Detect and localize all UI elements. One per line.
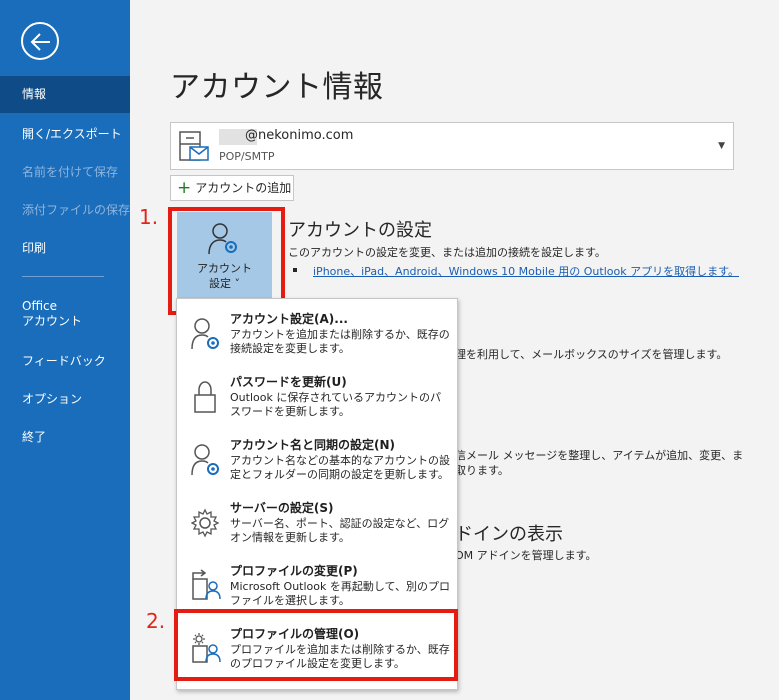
sidebar-item-office-account[interactable]: Office アカウント [0, 299, 130, 329]
sidebar: 情報 開く/エクスポート 名前を付けて保存 添付ファイルの保存 印刷 Offic… [0, 0, 130, 700]
menu-item-desc: サーバー名、ポート、認証の設定など、ログオン情報を更新します。 [230, 517, 450, 544]
account-gear-icon [191, 318, 219, 350]
menu-item-title: プロファイルの変更(P) [230, 564, 358, 578]
sidebar-item-print[interactable]: 印刷 [0, 239, 130, 256]
page-title: アカウント情報 [170, 70, 384, 105]
account-sync-icon [191, 444, 219, 476]
menu-item-desc: アカウントを追加または削除するか、既存の接続設定を変更します。 [230, 328, 450, 355]
account-selector[interactable]: @nekonimo.com POP/SMTP ▼ [170, 122, 734, 170]
plus-icon: + [177, 178, 192, 198]
sidebar-item-save-as[interactable]: 名前を付けて保存 [0, 163, 130, 180]
add-account-button[interactable]: + アカウントの追加 [170, 175, 294, 201]
menu-item-server-settings[interactable]: サーバーの設定(S) サーバー名、ポート、認証の設定など、ログオン情報を更新しま… [177, 492, 457, 554]
account-settings-heading: アカウントの設定 [288, 220, 432, 241]
menu-item-account-name-sync[interactable]: アカウント名と同期の設定(N) アカウント名などの基本的なアカウントの設定とフォ… [177, 429, 457, 491]
rules-description-line-2: 取ります。 [455, 464, 509, 477]
back-button[interactable] [21, 22, 59, 60]
menu-item-update-password[interactable]: パスワードを更新(U) Outlook に保存されているアカウントのパスワードを… [177, 366, 457, 428]
sidebar-item-options[interactable]: オプション [0, 390, 130, 407]
sidebar-item-save-attachments[interactable]: 添付ファイルの保存 [0, 201, 130, 218]
lock-icon [194, 381, 216, 413]
menu-item-desc: アカウント名などの基本的なアカウントの設定とフォルダーの同期の設定を更新します。 [230, 454, 450, 481]
menu-item-title: アカウント名と同期の設定(N) [230, 438, 396, 452]
menu-item-change-profile[interactable]: プロファイルの変更(P) Microsoft Outlook を再起動して、別の… [177, 555, 457, 617]
menu-item-desc: Microsoft Outlook を再起動して、別のプロファイルを選択します。 [230, 580, 451, 607]
rules-description-line-1: 信メール メッセージを整理し、アイテムが追加、変更、ま [455, 449, 744, 462]
sidebar-item-open-export[interactable]: 開く/エクスポート [0, 125, 130, 142]
menu-item-title: アカウント設定(A)... [230, 312, 348, 326]
sidebar-item-exit[interactable]: 終了 [0, 428, 130, 445]
gear-icon [191, 508, 220, 538]
bullet [293, 268, 297, 272]
dropdown-caret-icon: ▼ [718, 141, 725, 151]
sidebar-item-info[interactable]: 情報 [0, 76, 130, 113]
sidebar-item-feedback[interactable]: フィードバック [0, 352, 130, 369]
menu-item-title: サーバーの設定(S) [230, 501, 334, 515]
step-one-label: 1. [139, 205, 159, 229]
outlook-app-link[interactable]: iPhone、iPad、Android、Windows 10 Mobile 用の… [313, 263, 739, 279]
add-account-label: アカウントの追加 [195, 181, 292, 195]
addins-heading: ドインの表示 [455, 524, 563, 545]
mailbox-icon [179, 131, 209, 161]
profile-switch-icon [192, 569, 221, 600]
sidebar-divider [22, 276, 104, 277]
arrow-left-icon [30, 33, 50, 51]
menu-item-account-settings[interactable]: アカウント設定(A)... アカウントを追加または削除するか、既存の接続設定を変… [177, 303, 457, 365]
addins-description: OM アドインを管理します。 [455, 549, 597, 562]
account-type: POP/SMTP [219, 150, 275, 163]
mailbox-cleanup-description: 理を利用して、メールボックスのサイズを管理します。 [455, 348, 728, 361]
menu-item-title: パスワードを更新(U) [230, 375, 347, 389]
account-email: @nekonimo.com [245, 128, 354, 143]
step-two-label: 2. [146, 609, 166, 633]
menu-item-desc: Outlook に保存されているアカウントのパスワードを更新します。 [230, 391, 441, 418]
highlight-box-step-2 [174, 609, 458, 681]
account-settings-description: このアカウントの設定を変更、または追加の接続を設定します。 [288, 246, 606, 259]
